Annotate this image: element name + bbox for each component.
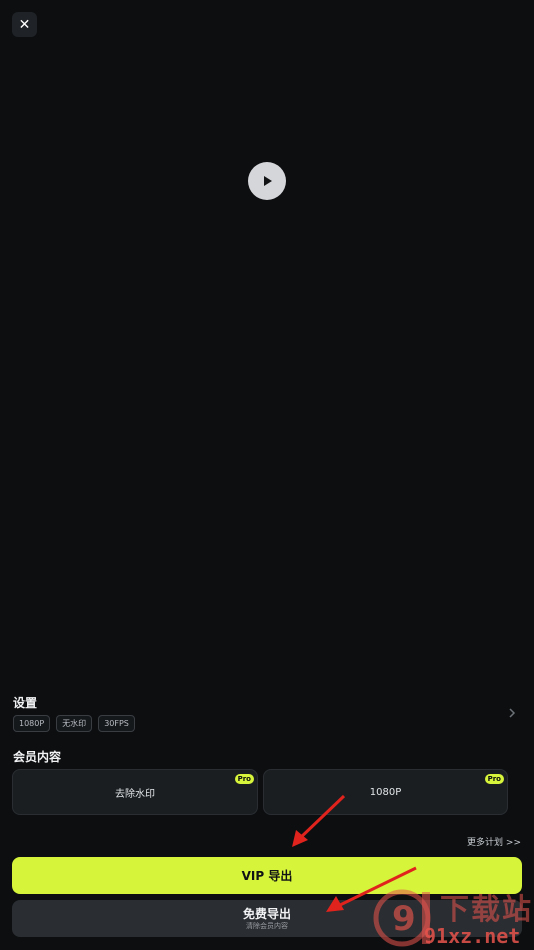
watermark-url: 91xz.net (424, 924, 521, 948)
play-icon (264, 176, 272, 186)
free-export-sublabel: 清除会员内容 (246, 921, 288, 930)
settings-title: 设置 (13, 696, 38, 710)
card-label: 去除水印 (115, 788, 155, 800)
vip-export-label: VIP 导出 (241, 869, 293, 883)
play-button[interactable] (248, 162, 286, 200)
member-card-1080p[interactable]: 1080P Pro (263, 769, 508, 815)
pro-badge: Pro (234, 774, 254, 784)
close-icon[interactable]: ✕ (19, 17, 31, 33)
tag-fps: 30FPS (98, 715, 135, 732)
tag-resolution: 1080P (13, 715, 51, 732)
close-button[interactable]: ✕ (12, 12, 37, 37)
chevron-right-icon[interactable] (506, 705, 518, 721)
member-card-remove-watermark[interactable]: 去除水印 Pro (12, 769, 258, 815)
settings-tags: 1080P 无水印 30FPS (13, 715, 135, 732)
more-plans-link[interactable]: 更多计划 >> (467, 835, 521, 848)
watermark-brand: 下载站 (440, 892, 534, 926)
tag-no-watermark: 无水印 (56, 715, 93, 732)
card-label: 1080P (369, 786, 402, 798)
pro-badge: Pro (484, 774, 504, 784)
member-content-title: 会员内容 (13, 750, 62, 764)
free-export-label: 免费导出 (242, 906, 291, 921)
